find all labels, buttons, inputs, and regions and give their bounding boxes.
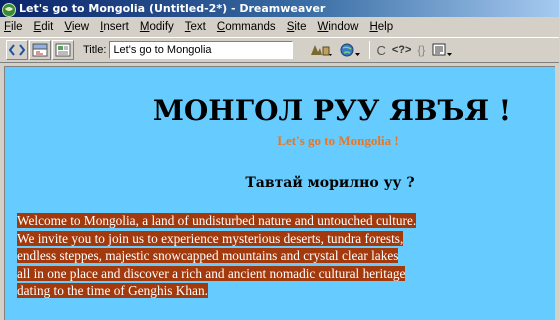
paragraph-line: all in one place and discover a rich and…: [17, 265, 406, 281]
page-subtitle: Тавтай морилно уу ?: [245, 175, 415, 191]
paragraph-line: Welcome to Mongolia, a land of undisturb…: [17, 213, 417, 228]
menu-commands[interactable]: Commands: [217, 21, 276, 33]
split-view-icon: [32, 43, 48, 57]
page-title-label: Title:: [83, 44, 107, 56]
reference-icon[interactable]: <?>: [392, 40, 412, 60]
window-title: Let's go to Mongolia (Untitled-2*) - Dre…: [19, 2, 326, 15]
menu-file[interactable]: File: [4, 21, 23, 33]
dreamweaver-window: Let's go to Mongolia (Untitled-2*) - Dre…: [0, 0, 559, 320]
menu-text[interactable]: Text: [185, 21, 206, 33]
view-options-icon[interactable]: [431, 40, 453, 60]
menu-help[interactable]: Help: [369, 21, 393, 33]
design-view-icon: [55, 43, 71, 57]
title-bar[interactable]: Let's go to Mongolia (Untitled-2*) - Dre…: [0, 0, 559, 17]
refresh-icon[interactable]: C: [376, 40, 385, 60]
code-view-icon: [9, 44, 25, 56]
design-view-button[interactable]: [52, 40, 74, 60]
menu-site[interactable]: Site: [287, 21, 307, 33]
paragraph-line: endless steppes, majestic snowcapped mou…: [17, 248, 399, 264]
menu-bar: File Edit View Insert Modify Text Comman…: [0, 18, 559, 36]
document-toolbar: Title: C <?> {}: [0, 37, 559, 63]
design-view-document[interactable]: МОНГОЛ РУУ ЯВЪЯ ! Let's go to Mongolia !…: [4, 66, 555, 320]
welcome-paragraph[interactable]: Welcome to Mongolia, a land of undisturb…: [17, 212, 487, 300]
paragraph-line: dating to the time of Genghis Khan.: [17, 283, 208, 299]
page-subheading: Let's go to Mongolia !: [277, 133, 399, 148]
code-view-button[interactable]: [6, 40, 28, 60]
file-management-icon[interactable]: [309, 40, 333, 60]
page-heading: МОНГОЛ РУУ ЯВЪЯ !: [152, 94, 512, 127]
menu-edit[interactable]: Edit: [34, 21, 54, 33]
code-navigation-icon[interactable]: {}: [417, 40, 425, 60]
page-title-input[interactable]: [109, 41, 294, 59]
menu-modify[interactable]: Modify: [140, 21, 174, 33]
dreamweaver-app-icon[interactable]: [2, 2, 16, 17]
menu-view[interactable]: View: [64, 21, 89, 33]
menu-window[interactable]: Window: [318, 21, 359, 33]
paragraph-line: We invite you to join us to experience m…: [17, 230, 404, 246]
toolbar-icons: C <?> {}: [309, 40, 459, 60]
toolbar-divider: [369, 41, 371, 59]
globe-preview-icon[interactable]: [339, 40, 361, 60]
menu-file-rest: ile: [11, 21, 23, 33]
split-view-button[interactable]: [29, 40, 51, 60]
menu-insert[interactable]: Insert: [100, 21, 129, 33]
